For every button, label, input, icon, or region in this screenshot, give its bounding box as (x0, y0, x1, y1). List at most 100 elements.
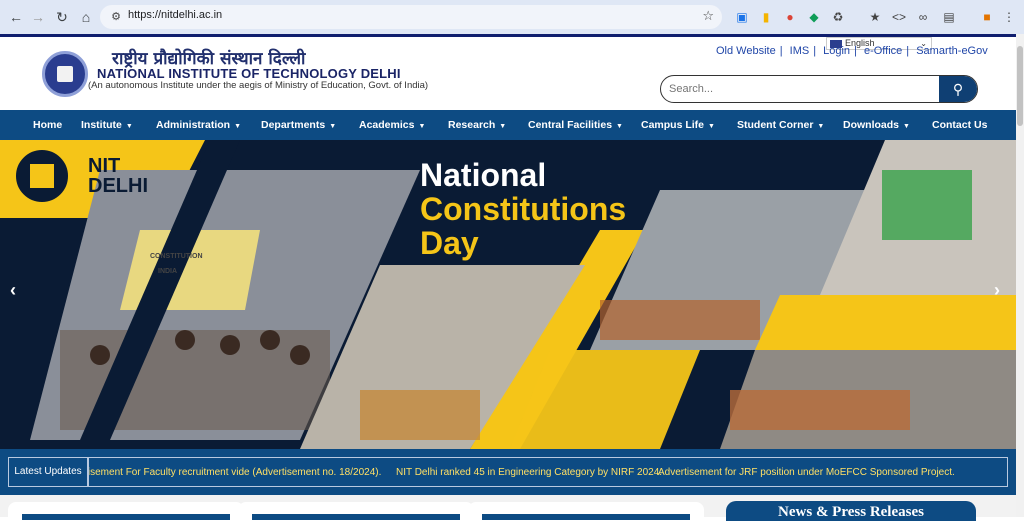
search-box: ⚲ (660, 75, 978, 103)
reload-icon[interactable]: ↻ (52, 7, 72, 27)
brand-line-2: DELHI (88, 175, 148, 197)
nav-label: Contact Us (932, 119, 988, 131)
search-input[interactable] (661, 76, 941, 102)
nav-label: Institute (81, 119, 122, 131)
card-header-bar (252, 514, 460, 520)
nav-label: Administration (156, 119, 231, 131)
hero-banner: NIT DELHI National Constitutions Day CON… (0, 140, 1016, 449)
divider: | (854, 45, 857, 57)
nav-central-facilities[interactable]: Central Facilities ▼ (528, 119, 623, 131)
caret-down-icon: ▼ (499, 123, 507, 130)
latest-updates-label: Latest Updates (8, 457, 88, 487)
info-card (238, 502, 474, 520)
bookmark-star-icon[interactable]: ☆ (702, 8, 714, 24)
caret-down-icon: ▼ (418, 123, 426, 130)
page-scrollbar[interactable] (1016, 34, 1024, 517)
lower-section: News & Press Releases (0, 495, 1016, 521)
carousel-next-icon[interactable]: › (994, 280, 1000, 301)
updates-ticker: Advertisement For Faculty recruitment vi… (88, 457, 1008, 487)
update-item[interactable]: Advertisement for JRF position under MoE… (658, 467, 955, 478)
top-link-e-office[interactable]: e-Office (864, 45, 902, 57)
code-icon[interactable]: <> (890, 8, 908, 26)
nav-label: Student Corner (737, 119, 814, 131)
nav-research[interactable]: Research ▼ (448, 119, 506, 131)
nav-label: Research (448, 119, 496, 131)
institute-subtitle: (An autonomous Institute under the aegis… (88, 80, 429, 91)
nit-delhi-logo[interactable] (42, 51, 88, 97)
extensions-puzzle-icon[interactable]: ♻ (829, 8, 847, 26)
nav-label: Downloads (843, 119, 900, 131)
info-card (468, 502, 704, 520)
scrollbar-thumb[interactable] (1017, 46, 1023, 126)
extension-icon[interactable]: ◆ (805, 8, 823, 26)
link-icon[interactable]: ∞ (914, 8, 932, 26)
latest-updates-bar: Latest Updates Advertisement For Faculty… (0, 449, 1016, 495)
title-line-1: National (420, 157, 547, 193)
profile-icon[interactable]: ■ (978, 8, 996, 26)
title-line-2: Constitutions (420, 191, 627, 227)
nav-label: Campus Life (641, 119, 705, 131)
poster-text: CONSTITUTION INDIA (150, 253, 203, 275)
nav-institute[interactable]: Institute ▼ (81, 119, 133, 131)
caret-down-icon: ▼ (616, 123, 623, 130)
title-line-3: Day (420, 225, 479, 261)
home-icon[interactable]: ⌂ (76, 7, 96, 27)
yellow-band (755, 295, 1016, 350)
divider: | (906, 45, 910, 57)
browser-toolbar: ← → ↻ ⌂ ⚙ https://nitdelhi.ac.in ☆ ▣ ▮ ●… (0, 0, 1024, 34)
caret-down-icon: ▼ (708, 123, 715, 130)
top-links: Old Website | IMS | Login | e-Office | Samar… (716, 45, 988, 57)
nav-contact-us[interactable]: Contact Us (932, 119, 987, 131)
card-header-bar (482, 514, 690, 520)
info-card (8, 502, 244, 520)
menu-dots-icon[interactable]: ⋮ (1000, 8, 1018, 26)
search-button[interactable]: ⚲ (939, 76, 977, 102)
nav-academics[interactable]: Academics ▼ (359, 119, 425, 131)
translate-icon[interactable]: ▤ (940, 8, 958, 26)
caret-down-icon: ▼ (903, 123, 910, 130)
address-bar[interactable]: ⚙ https://nitdelhi.ac.in ☆ (100, 5, 722, 29)
nav-campus-life[interactable]: Campus Life ▼ (641, 119, 715, 131)
news-press-header: News & Press Releases (726, 501, 976, 521)
site-header: राष्ट्रीय प्रौद्योगिकी संस्थान दिल्ली NA… (0, 37, 1016, 110)
caret-down-icon: ▼ (817, 123, 825, 130)
top-link-samarth-egov[interactable]: Samarth-eGov (916, 45, 988, 57)
caret-down-icon: ▼ (329, 123, 337, 130)
nav-home[interactable]: Home (33, 119, 62, 131)
caret-down-icon: ▼ (125, 123, 133, 130)
nav-student-corner[interactable]: Student Corner ▼ (737, 119, 824, 131)
back-icon[interactable]: ← (6, 7, 26, 27)
carousel-prev-icon[interactable]: ‹ (10, 280, 16, 301)
poster-text-2: INDIA (158, 268, 178, 275)
poster-text-1: CONSTITUTION (150, 253, 203, 260)
nav-label: Home (33, 119, 63, 131)
update-item[interactable]: NIT Delhi ranked 45 in Engineering Categ… (396, 467, 662, 478)
banner-title: National Constitutions Day (420, 158, 626, 260)
extension-icon[interactable]: ● (781, 8, 799, 26)
bookmarks-icon[interactable]: ★ (866, 8, 884, 26)
top-link-ims[interactable]: IMS (790, 45, 810, 57)
nav-label: Central Facilities (528, 119, 613, 131)
nav-downloads[interactable]: Downloads ▼ (843, 119, 910, 131)
nav-label: Departments (261, 119, 326, 131)
extension-icon[interactable]: ▮ (757, 8, 775, 26)
search-icon: ⚲ (952, 81, 964, 97)
main-nav: Home Institute ▼ Administration ▼ Departme… (0, 110, 1016, 140)
update-item[interactable]: Advertisement For Faculty recruitment vi… (89, 467, 381, 478)
banner-brand: NIT DELHI (88, 156, 148, 196)
nav-administration[interactable]: Administration ▼ (156, 119, 241, 131)
forward-icon[interactable]: → (28, 7, 48, 27)
card-header-bar (22, 514, 230, 520)
nav-departments[interactable]: Departments ▼ (261, 119, 336, 131)
top-link-old-website[interactable]: Old Website (716, 45, 776, 57)
nav-label: Academics (359, 119, 415, 131)
extension-icon[interactable]: ▣ (733, 8, 751, 26)
site-info-icon[interactable]: ⚙ (108, 9, 124, 25)
url-text[interactable]: https://nitdelhi.ac.in (128, 9, 222, 21)
divider: | (813, 45, 817, 57)
top-link-login[interactable]: Login (823, 45, 850, 57)
divider: | (779, 45, 783, 57)
caret-down-icon: ▼ (234, 123, 242, 130)
brand-line-1: NIT (88, 155, 121, 177)
institute-name-english: NATIONAL INSTITUTE OF TECHNOLOGY DELHI (97, 66, 401, 81)
